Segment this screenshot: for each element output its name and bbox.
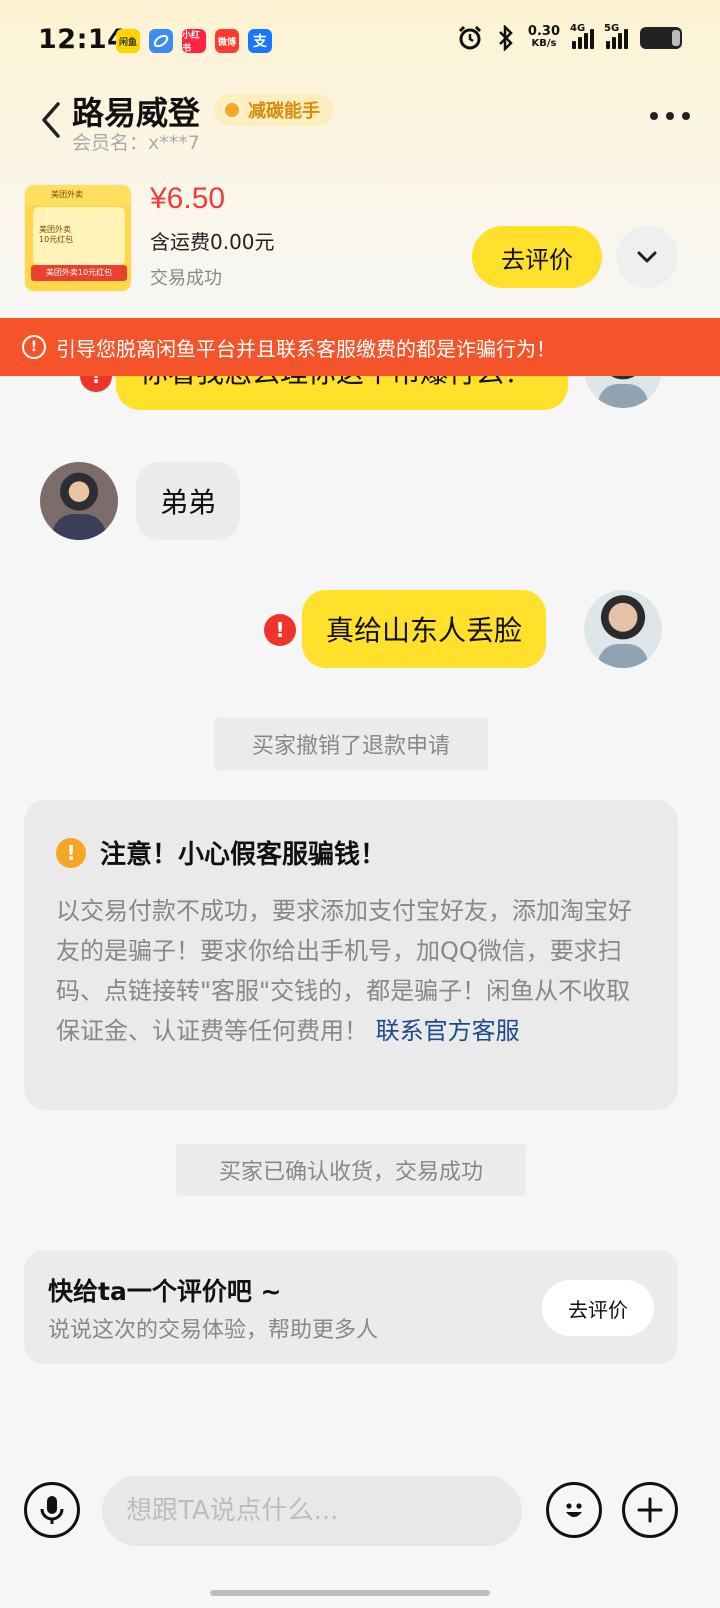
leaf-icon (222, 100, 242, 120)
thumb-band: 美团外卖10元红包 (31, 265, 127, 281)
signal-4g-icon: 4G (570, 23, 594, 49)
alipay-app-icon: 支 (248, 29, 272, 53)
product-price: ¥6.50 (150, 182, 226, 215)
other-avatar[interactable] (40, 462, 118, 540)
system-message: 买家已确认收货，交易成功 (176, 1144, 526, 1196)
my-avatar[interactable] (584, 376, 662, 408)
fraud-warning-text: 引导您脱离闲鱼平台并且联系客服缴费的都是诈骗行为！ (56, 336, 556, 361)
plus-icon (637, 1497, 663, 1523)
expand-button[interactable] (616, 226, 678, 288)
fraud-warning-bar[interactable]: ! 引导您脱离闲鱼平台并且联系客服缴费的都是诈骗行为！ (0, 318, 720, 376)
thumb-coupon: 美团外卖 10元红包 (33, 207, 125, 265)
microphone-icon (40, 1496, 64, 1524)
send-failed-icon[interactable]: ! (80, 376, 112, 392)
my-avatar[interactable] (584, 590, 662, 668)
system-status: 0.30 KB/s 4G 5G (456, 23, 682, 52)
emoji-icon (566, 1503, 582, 1517)
more-actions-button[interactable] (622, 1482, 678, 1538)
contact-official-support-link[interactable]: 联系官方客服 (376, 1017, 520, 1045)
input-bar (0, 1460, 720, 1570)
browser-app-icon (149, 29, 173, 53)
status-bar: 12:14 闲鱼 小红书 微博 支 0.30 KB/s 4G 5G (0, 0, 720, 84)
message-bubble-me[interactable]: 你看我怎么理你这个吊爆行么！ (116, 376, 568, 410)
weibo-app-icon: 微博 (215, 29, 239, 53)
emoji-button[interactable] (546, 1482, 602, 1538)
message-bubble-other[interactable]: 弟弟 (136, 462, 241, 540)
thumb-brand: 美团外卖 (25, 185, 131, 205)
write-review-button[interactable]: 去评价 (542, 1280, 654, 1336)
network-speed: 0.30 KB/s (527, 24, 560, 49)
warning-icon: ! (56, 837, 86, 868)
home-indicator[interactable] (210, 1590, 490, 1596)
notice-body: 以交易付款不成功，要求添加支付宝好友，添加淘宝好友的是骗子！要求你给出手机号，加… (56, 897, 632, 1045)
chevron-down-icon (637, 251, 657, 263)
xiaohongshu-app-icon: 小红书 (182, 29, 206, 53)
system-message: 买家撤销了退款申请 (214, 718, 488, 770)
review-prompt-subtitle: 说说这次的交易体验，帮助更多人 (48, 1318, 379, 1343)
alarm-icon (458, 25, 481, 50)
badge-label: 减碳能手 (248, 101, 320, 122)
battery-icon (640, 27, 682, 49)
xianyu-app-icon: 闲鱼 (116, 29, 140, 53)
review-prompt-card: 快给ta一个评价吧 ~ 说说这次的交易体验，帮助更多人 去评价 (24, 1250, 678, 1364)
trade-status: 交易成功 (150, 268, 222, 289)
review-prompt-title: 快给ta一个评价吧 ~ (48, 1277, 282, 1306)
more-options-icon[interactable] (650, 112, 690, 120)
bluetooth-icon (499, 25, 513, 51)
notification-icons: 闲鱼 小红书 微博 支 (116, 29, 272, 53)
send-failed-icon[interactable]: ! (264, 614, 296, 646)
product-thumbnail[interactable]: 美团外卖 美团外卖 10元红包 美团外卖10元红包 (24, 184, 132, 292)
low-carbon-badge[interactable]: 减碳能手 (214, 94, 334, 126)
warning-icon: ! (22, 335, 46, 359)
member-name: 会员名：x***7 (72, 132, 200, 154)
chat-area[interactable]: ! 你看我怎么理你这个吊爆行么！ 弟弟 ! 真给山东人丢脸 买家撤销了退款申请 … (0, 376, 720, 1456)
signal-5g-icon: 5G (604, 23, 628, 49)
shipping-fee: 含运费0.00元 (150, 230, 275, 254)
message-input[interactable] (102, 1476, 522, 1546)
back-arrow-icon[interactable] (36, 100, 66, 140)
anti-fraud-notice: ! 注意！小心假客服骗钱！ 以交易付款不成功，要求添加支付宝好友，添加淘宝好友的… (24, 800, 678, 1110)
notice-title: ! 注意！小心假客服骗钱！ (56, 834, 646, 871)
clock: 12:14 (38, 24, 127, 55)
review-button[interactable]: 去评价 (472, 226, 602, 288)
voice-input-button[interactable] (24, 1482, 80, 1538)
message-bubble-me[interactable]: 真给山东人丢脸 (302, 590, 547, 668)
